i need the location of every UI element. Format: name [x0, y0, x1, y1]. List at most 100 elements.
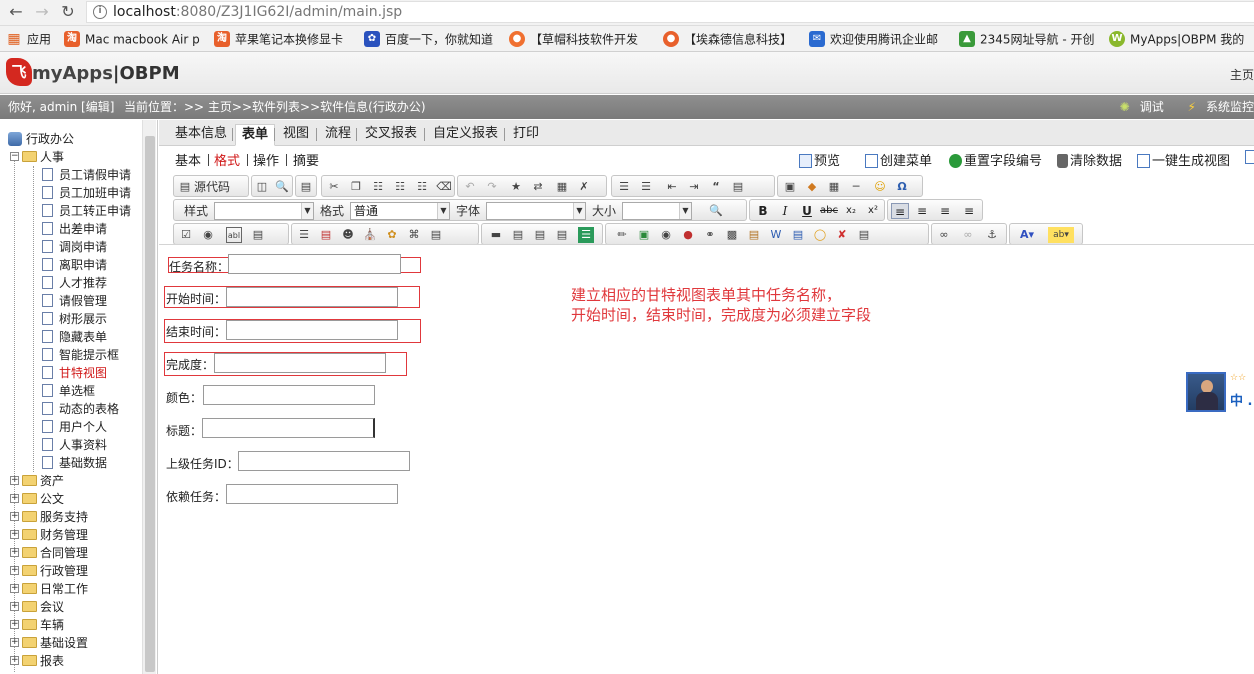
sidebar-item[interactable]: 员工请假申请: [42, 166, 131, 184]
strikethrough-button[interactable]: abc: [820, 203, 838, 219]
word-icon[interactable]: W: [768, 227, 784, 243]
print-preview-icon[interactable]: 🔍: [274, 179, 290, 195]
sidebar-item[interactable]: 员工加班申请: [42, 184, 131, 202]
task-name-input[interactable]: [228, 254, 401, 274]
expand-icon[interactable]: +: [10, 584, 19, 593]
smiley-icon[interactable]: ☺: [872, 179, 888, 195]
outdent-icon[interactable]: ⇤: [664, 179, 680, 195]
align-right-button[interactable]: ≡: [936, 203, 954, 219]
qrcode-icon[interactable]: ▩: [724, 227, 740, 243]
sidebar-folder[interactable]: + 会议: [10, 598, 64, 616]
format-select[interactable]: 普通 ▼: [350, 202, 450, 220]
bold-button[interactable]: B: [754, 203, 772, 219]
image-icon[interactable]: ▣: [782, 179, 798, 195]
italic-button[interactable]: I: [776, 203, 794, 219]
tree-root[interactable]: 行政办公: [8, 130, 74, 148]
pen-control-icon[interactable]: ✏: [614, 227, 630, 243]
department-control-icon[interactable]: ⛪: [362, 227, 378, 243]
sidebar-item[interactable]: 离职申请: [42, 256, 107, 274]
create-menu-button[interactable]: 创建菜单: [865, 150, 932, 169]
text-color-icon[interactable]: A▾: [1014, 227, 1040, 243]
size-select[interactable]: ▼: [622, 202, 692, 220]
zoom-icon[interactable]: 🔍: [708, 203, 724, 219]
template-icon[interactable]: ▤: [298, 179, 314, 195]
parent-task-id-input[interactable]: [238, 451, 410, 471]
bulleted-list-icon[interactable]: ☰: [638, 179, 654, 195]
radio-control-icon[interactable]: ◉: [200, 227, 216, 243]
info-icon[interactable]: i: [93, 5, 107, 19]
tab-basic-info[interactable]: 基本信息: [169, 124, 233, 146]
find-icon[interactable]: ★: [508, 179, 524, 195]
paste-text-icon[interactable]: ☷: [392, 179, 408, 195]
sidebar-folder[interactable]: + 报表: [10, 652, 64, 670]
microphone-icon[interactable]: ⚭: [702, 227, 718, 243]
sidebar-item[interactable]: 出差申请: [42, 220, 107, 238]
numbered-list-icon[interactable]: ☰: [616, 179, 632, 195]
sidebar-item[interactable]: 隐藏表单: [42, 328, 107, 346]
align-left-button[interactable]: ≡: [891, 203, 909, 219]
bookmark-item[interactable]: ✿ 百度一下，你就知道: [364, 30, 493, 48]
system-monitor-link[interactable]: ⚡ 系统监控: [1178, 100, 1254, 114]
underline-button[interactable]: U: [798, 203, 816, 219]
treeselect-control-icon[interactable]: ✿: [384, 227, 400, 243]
title-input[interactable]: [202, 418, 375, 438]
save-icon[interactable]: ◫: [254, 179, 270, 195]
expand-icon[interactable]: +: [10, 620, 19, 629]
sidebar-item[interactable]: 调岗申请: [42, 238, 107, 256]
replace-icon[interactable]: ⇄: [530, 179, 546, 195]
sidebar-folder[interactable]: + 合同管理: [10, 544, 88, 562]
start-time-input[interactable]: [226, 287, 398, 307]
sidebar-scrollbar[interactable]: [142, 120, 156, 674]
view-control-icon[interactable]: ▤: [532, 227, 548, 243]
expand-icon[interactable]: +: [10, 638, 19, 647]
home-link[interactable]: 主页: [1230, 66, 1254, 83]
align-center-button[interactable]: ≡: [913, 203, 931, 219]
online-service-widget[interactable]: ☆☆ 中 .: [1186, 372, 1254, 412]
expand-icon[interactable]: +: [10, 476, 19, 485]
tab-custom-report[interactable]: 自定义报表: [427, 124, 504, 146]
undo-icon[interactable]: ↶: [462, 179, 478, 195]
checkbox-control-icon[interactable]: ☑: [178, 227, 194, 243]
tab-control-icon[interactable]: ▤: [428, 227, 444, 243]
sidebar-item[interactable]: 员工转正申请: [42, 202, 131, 220]
calendar-icon[interactable]: ▤: [856, 227, 872, 243]
include-control-icon[interactable]: ⌘: [406, 227, 422, 243]
forward-arrow-icon[interactable]: →: [32, 2, 52, 22]
expand-icon[interactable]: +: [10, 530, 19, 539]
flash-icon[interactable]: ◆: [804, 179, 820, 195]
sidebar-item[interactable]: 树形展示: [42, 310, 107, 328]
subtab-basic[interactable]: 基本: [175, 150, 201, 169]
subtab-format[interactable]: 格式: [214, 150, 240, 169]
expand-icon[interactable]: +: [10, 512, 19, 521]
tab-flow[interactable]: 流程: [319, 124, 357, 146]
expand-icon[interactable]: +: [10, 602, 19, 611]
sidebar-item[interactable]: 单选框: [42, 382, 95, 400]
bookmark-item[interactable]: 淘 Mac macbook Air p: [64, 30, 200, 48]
clear-data-button[interactable]: 清除数据: [1057, 150, 1122, 169]
end-time-input[interactable]: [226, 320, 398, 340]
textarea-control-icon[interactable]: ▤: [250, 227, 266, 243]
superscript-button[interactable]: x²: [864, 203, 882, 219]
select-all-icon[interactable]: ▦: [554, 179, 570, 195]
subscript-button[interactable]: x₂: [842, 203, 860, 219]
background-color-icon[interactable]: ab▾: [1048, 227, 1074, 243]
subtab-summary[interactable]: 摘要: [293, 150, 319, 169]
sidebar-item[interactable]: 用户个人: [42, 418, 107, 436]
expand-icon[interactable]: +: [10, 548, 19, 557]
progress-input[interactable]: [214, 353, 386, 373]
redo-icon[interactable]: ↷: [484, 179, 500, 195]
cut-icon[interactable]: ✂: [326, 179, 342, 195]
sidebar-item[interactable]: 智能提示框: [42, 346, 119, 364]
unlink-icon[interactable]: ∞: [960, 227, 976, 243]
camera-icon[interactable]: ◉: [658, 227, 674, 243]
bookmark-item[interactable]: ▲ 2345网址导航 - 开创: [959, 30, 1095, 48]
eraser-icon[interactable]: ⌫: [436, 179, 452, 195]
expand-icon[interactable]: +: [10, 656, 19, 665]
bookmark-item[interactable]: ● 【草帽科技软件开发: [509, 30, 638, 48]
bookmark-item[interactable]: ● 【埃森德信息科技】: [663, 30, 792, 48]
url-input[interactable]: i localhost:8080/Z3J1IG62I/admin/main.js…: [86, 1, 1254, 23]
indent-icon[interactable]: ⇥: [686, 179, 702, 195]
link-icon[interactable]: ∞: [936, 227, 952, 243]
scrollbar-thumb[interactable]: [145, 136, 155, 672]
anchor-icon[interactable]: ⚓: [984, 227, 1000, 243]
